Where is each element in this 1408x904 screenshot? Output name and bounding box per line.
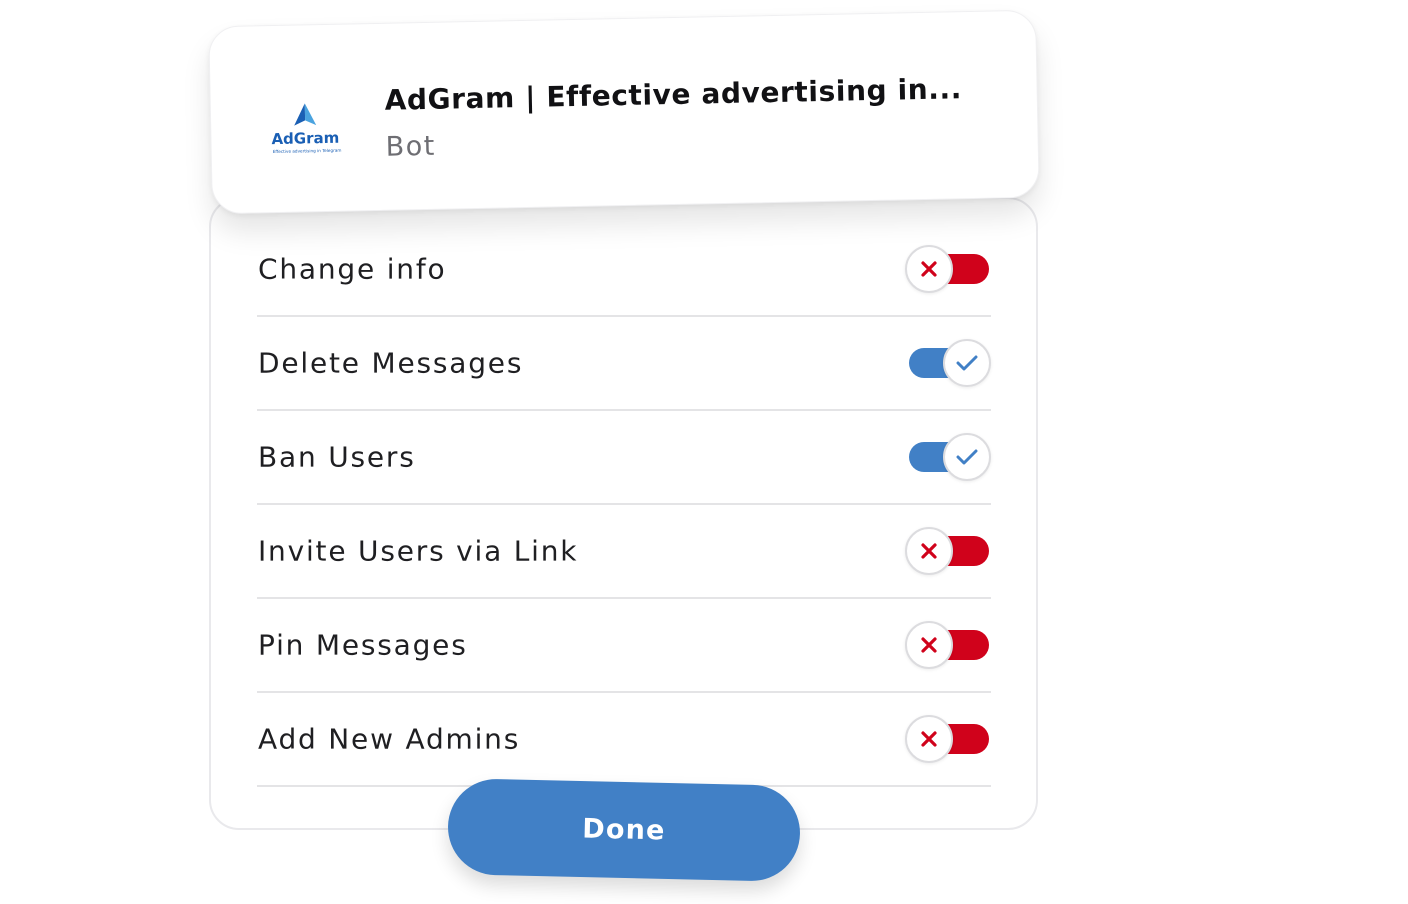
toggle-invite-users[interactable] — [905, 527, 991, 575]
close-icon — [921, 261, 937, 277]
toggle-change-info[interactable] — [905, 245, 991, 293]
permission-label: Pin Messages — [258, 628, 468, 662]
logo-svg: AdGram Effective advertising in Telegram — [271, 103, 342, 154]
close-icon — [921, 637, 937, 653]
permission-row-invite-users: Invite Users via Link — [257, 505, 991, 599]
close-icon — [921, 731, 937, 747]
toggle-knob — [943, 339, 991, 387]
permission-label: Delete Messages — [258, 346, 524, 380]
toggle-knob — [905, 245, 953, 293]
adgram-logo-icon: AdGram Effective advertising in Telegram — [267, 99, 350, 161]
done-button[interactable]: Done — [446, 778, 802, 882]
permission-label: Invite Users via Link — [258, 534, 579, 568]
toggle-knob — [943, 433, 991, 481]
permission-row-ban-users: Ban Users — [257, 411, 991, 505]
logo-tagline: Effective advertising in Telegram — [273, 148, 342, 154]
toggle-ban-users[interactable] — [909, 433, 991, 481]
toggle-knob — [905, 715, 953, 763]
permission-label: Add New Admins — [258, 722, 521, 756]
close-icon — [921, 543, 937, 559]
check-icon — [956, 355, 978, 371]
permission-label: Change info — [258, 252, 447, 286]
bot-name: AdGram | Effective advertising in... — [384, 72, 963, 117]
bot-header-card: AdGram Effective advertising in Telegram… — [208, 9, 1040, 215]
permission-row-add-new-admins: Add New Admins — [257, 693, 991, 787]
logo-wordmark: AdGram — [271, 129, 339, 148]
toggle-knob — [905, 621, 953, 669]
toggle-pin-messages[interactable] — [905, 621, 991, 669]
bot-type-label: Bot — [385, 130, 437, 163]
permissions-card: Change info Delete Messages Ban Users In… — [209, 197, 1038, 830]
permission-row-delete-messages: Delete Messages — [257, 317, 991, 411]
done-button-label: Done — [582, 813, 666, 847]
toggle-knob — [905, 527, 953, 575]
permission-label: Ban Users — [258, 440, 416, 474]
permission-row-pin-messages: Pin Messages — [257, 599, 991, 693]
toggle-delete-messages[interactable] — [909, 339, 991, 387]
permission-row-change-info: Change info — [257, 223, 991, 317]
check-icon — [956, 449, 978, 465]
toggle-add-new-admins[interactable] — [905, 715, 991, 763]
